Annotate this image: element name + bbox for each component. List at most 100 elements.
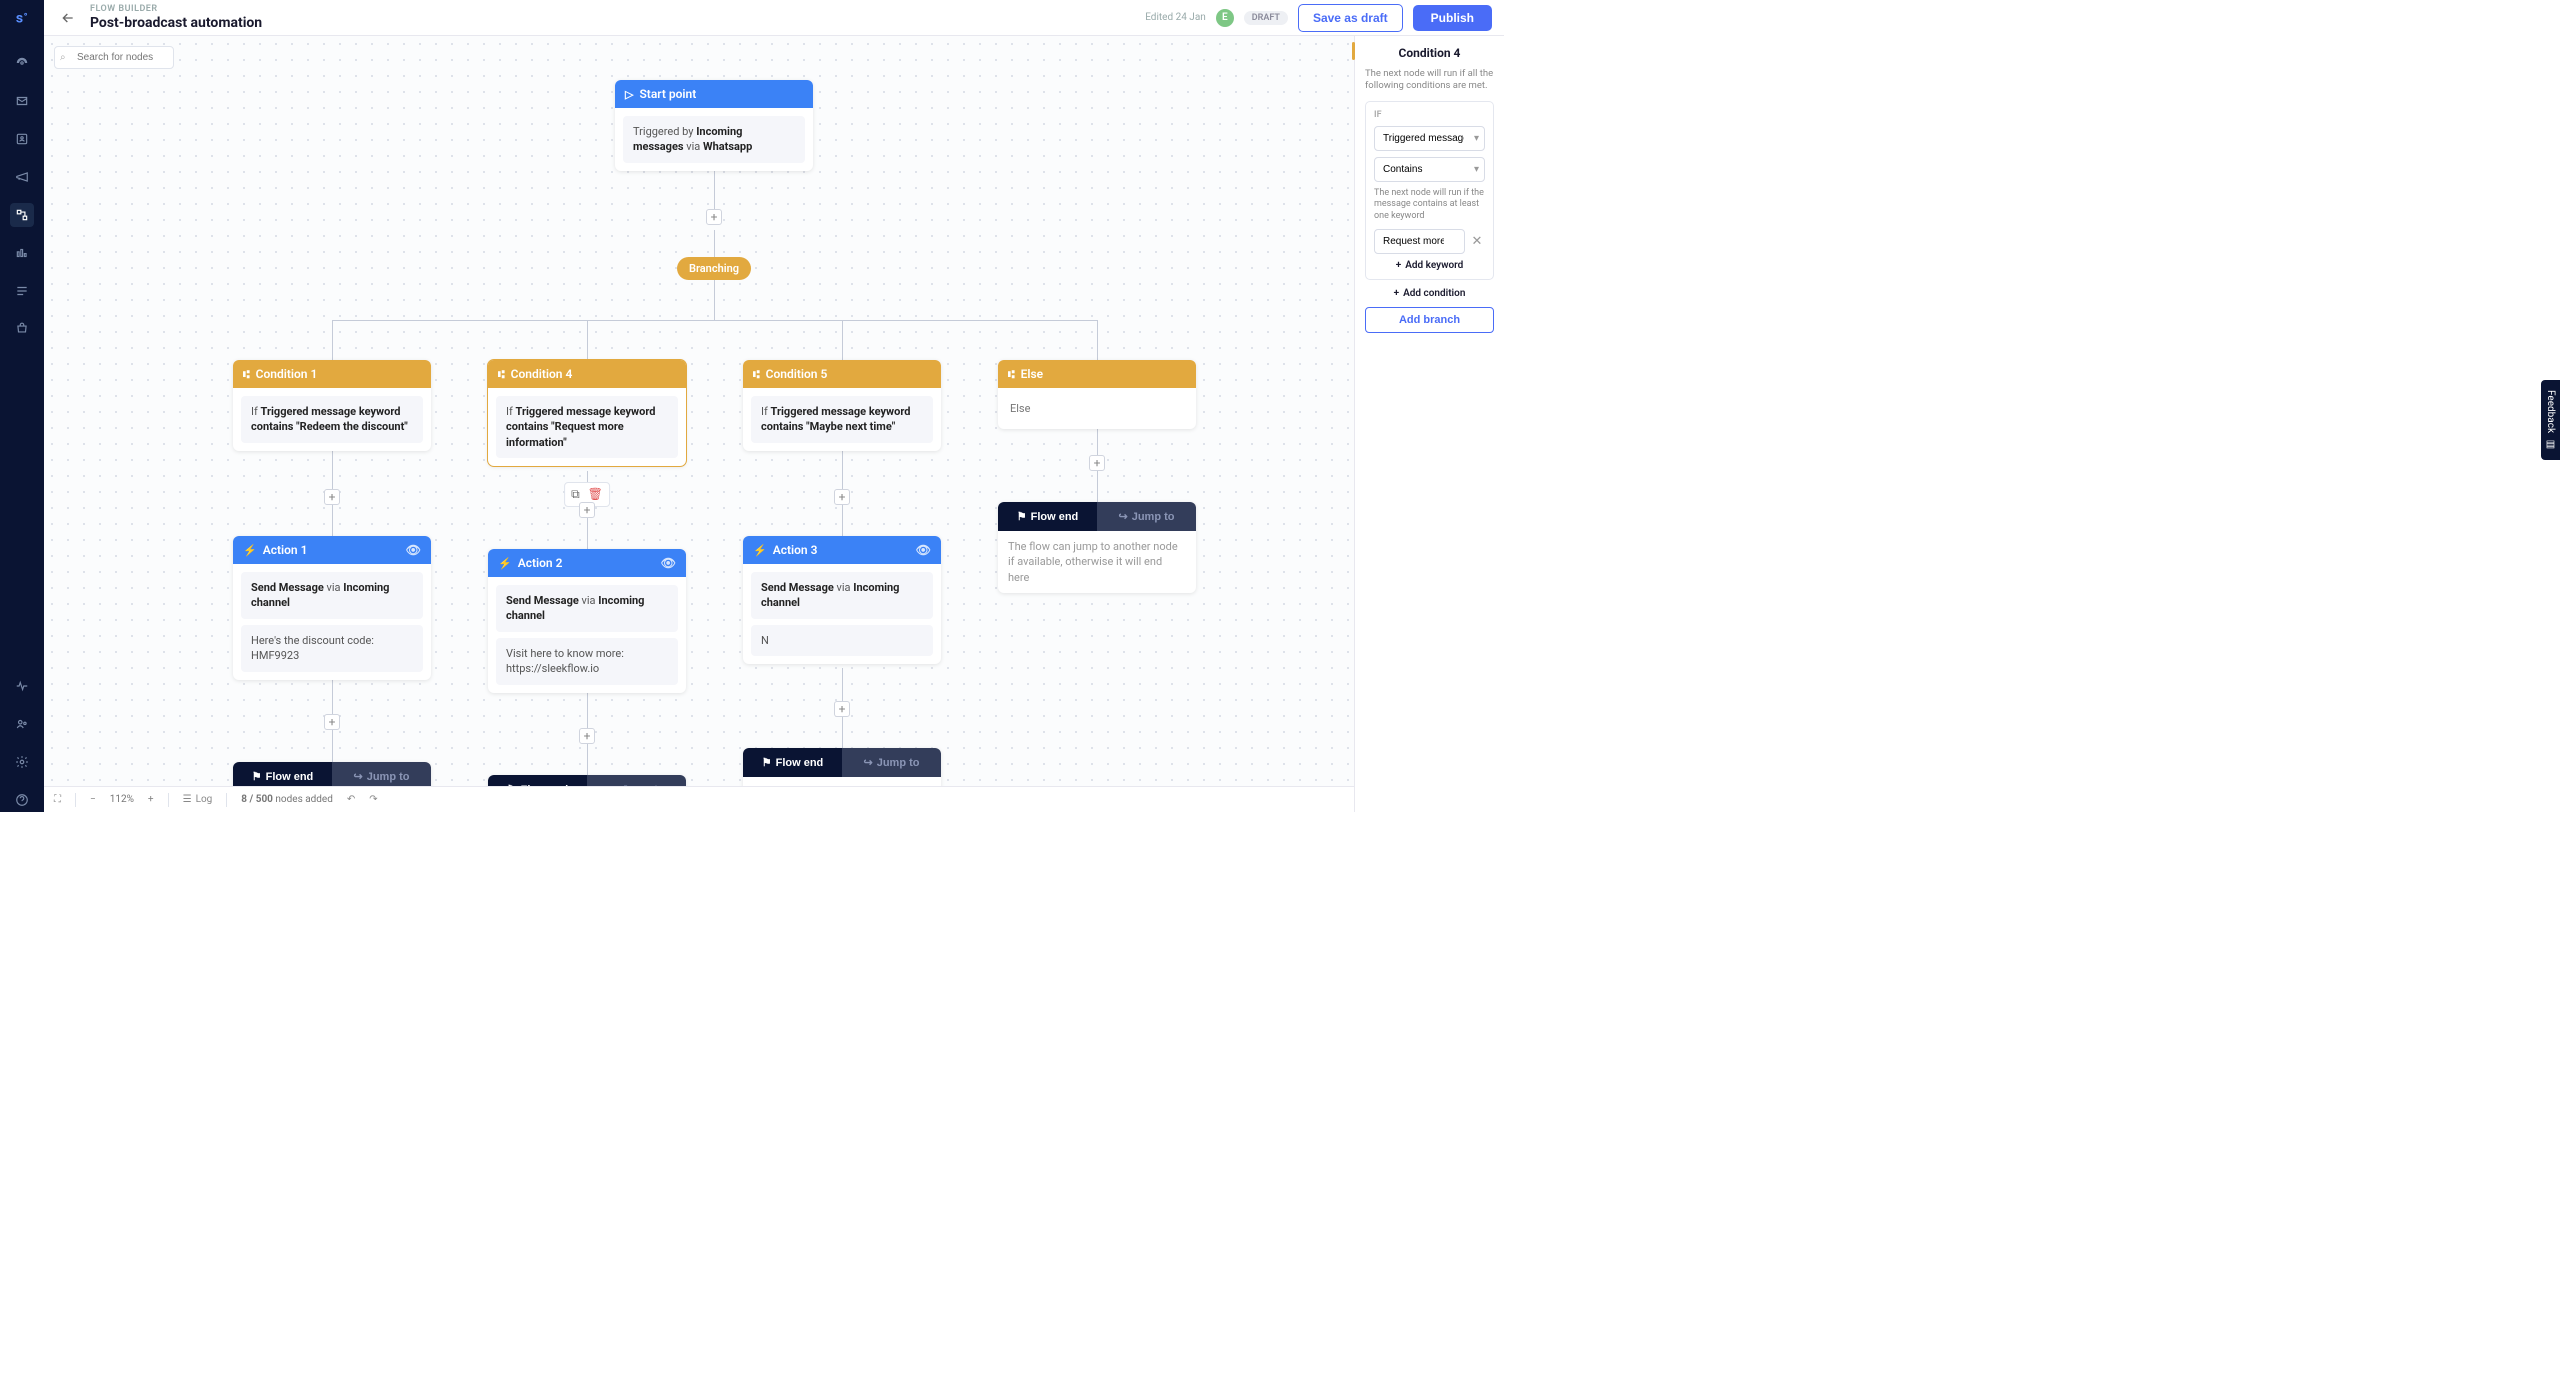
jump-to-tab[interactable]: ↪ Jump to xyxy=(842,748,941,777)
edge xyxy=(714,280,715,320)
action-send-desc: Send Message via Incoming channel xyxy=(751,572,933,619)
node-title: Action 1 xyxy=(263,543,308,557)
branching-pill[interactable]: Branching xyxy=(677,257,751,280)
breadcrumb: FLOW BUILDER xyxy=(90,4,262,15)
bolt-icon: ⚡ xyxy=(753,544,767,557)
branch-icon: ⑆ xyxy=(243,368,250,381)
add-node-button[interactable]: + xyxy=(1089,455,1105,471)
nav-analytics-icon[interactable] xyxy=(10,241,34,265)
else-node[interactable]: ⑆ Else Else xyxy=(998,360,1196,429)
node-title: Condition 1 xyxy=(256,367,318,381)
canvas-footer: ⛶ − 112% + ☰ Log 8 / 500 nodes added ↶ ↷ xyxy=(44,786,1354,812)
duplicate-icon[interactable]: ⧉ xyxy=(571,487,580,502)
node-title: Else xyxy=(1021,367,1044,381)
flow-end-note: The flow can jump to another node if ava… xyxy=(998,531,1196,593)
flow-end-tab[interactable]: ⚑ Flow end xyxy=(998,502,1097,531)
branch-icon: ⑆ xyxy=(1008,368,1015,381)
back-button[interactable] xyxy=(56,6,80,30)
add-node-button[interactable]: + xyxy=(579,728,595,744)
action-1-node[interactable]: ⚡ Action 1 👁 Send Message via Incoming c… xyxy=(233,536,431,680)
nav-commerce-icon[interactable] xyxy=(10,317,34,341)
flow-canvas[interactable]: ⌕ xyxy=(44,36,1354,812)
eye-icon[interactable]: 👁 xyxy=(916,543,931,557)
add-keyword-button[interactable]: + Add keyword xyxy=(1374,260,1485,271)
inspector-panel: Condition 4 The next node will run if al… xyxy=(1354,36,1504,812)
fullscreen-button[interactable]: ⛶ xyxy=(54,794,61,805)
condition-5-node[interactable]: ⑆ Condition 5 If Triggered message keywo… xyxy=(743,360,941,451)
flow-end-node[interactable]: ⚑ Flow end ↪ Jump to The flow can jump t… xyxy=(998,502,1196,593)
nav-activity-icon[interactable] xyxy=(10,674,34,698)
action-send-desc: Send Message via Incoming channel xyxy=(496,585,678,632)
edge xyxy=(332,320,333,360)
zoom-in-button[interactable]: + xyxy=(148,794,154,805)
zoom-out-button[interactable]: − xyxy=(90,794,96,805)
action-send-desc: Send Message via Incoming channel xyxy=(241,572,423,619)
panel-description: The next node will run if all the follow… xyxy=(1365,68,1494,93)
nav-flow-icon[interactable] xyxy=(10,203,34,227)
condition-field-select[interactable] xyxy=(1374,126,1485,151)
nav-settings-icon[interactable] xyxy=(10,750,34,774)
operator-select[interactable] xyxy=(1374,157,1485,182)
flow-end-tab[interactable]: ⚑ Flow end xyxy=(743,748,842,777)
eye-icon[interactable]: 👁 xyxy=(406,543,421,557)
publish-button[interactable]: Publish xyxy=(1413,5,1492,31)
node-title: Condition 5 xyxy=(766,367,828,381)
edited-timestamp: Edited 24 Jan xyxy=(1145,12,1206,23)
nodes-counter: 8 / 500 nodes added xyxy=(241,794,333,805)
node-title: Condition 4 xyxy=(511,367,573,381)
add-node-button[interactable]: + xyxy=(706,209,722,225)
redo-button[interactable]: ↷ xyxy=(369,794,377,805)
jump-to-tab[interactable]: ↪ Jump to xyxy=(1097,502,1196,531)
feedback-tab[interactable]: Feedback ▤ xyxy=(2541,380,2560,460)
add-node-button[interactable]: + xyxy=(834,489,850,505)
add-branch-button[interactable]: Add branch xyxy=(1365,307,1494,333)
edge xyxy=(842,320,843,360)
add-node-button[interactable]: + xyxy=(324,489,340,505)
log-button[interactable]: ☰ Log xyxy=(183,794,213,805)
add-node-button[interactable]: + xyxy=(834,701,850,717)
condition-1-node[interactable]: ⑆ Condition 1 If Triggered message keywo… xyxy=(233,360,431,451)
nav-inbox-icon[interactable] xyxy=(10,89,34,113)
node-title: Action 2 xyxy=(518,556,563,570)
nav-list-icon[interactable] xyxy=(10,279,34,303)
play-icon: ▷ xyxy=(625,88,633,101)
nav-team-icon[interactable] xyxy=(10,712,34,736)
keyword-input[interactable] xyxy=(1374,229,1465,254)
action-2-node[interactable]: ⚡ Action 2 👁 Send Message via Incoming c… xyxy=(488,549,686,693)
nav-broadcast-icon[interactable] xyxy=(10,51,34,75)
eye-icon[interactable]: 👁 xyxy=(661,556,676,570)
action-message: Visit here to know more: https://sleekfl… xyxy=(496,638,678,685)
if-label: IF xyxy=(1374,110,1485,120)
brand-logo: s∘ xyxy=(16,10,28,27)
edge xyxy=(1097,320,1098,360)
add-condition-button[interactable]: + Add condition xyxy=(1365,288,1494,299)
else-desc: Else xyxy=(1006,396,1188,421)
remove-keyword-button[interactable]: ✕ xyxy=(1469,229,1485,254)
condition-desc: If Triggered message keyword contains "R… xyxy=(496,396,678,458)
nav-help-icon[interactable] xyxy=(10,788,34,812)
add-node-button[interactable]: + xyxy=(324,714,340,730)
header-bar: FLOW BUILDER Post-broadcast automation E… xyxy=(44,0,1504,36)
user-avatar[interactable]: E xyxy=(1216,9,1234,27)
chevron-down-icon: ▾ xyxy=(1474,133,1479,144)
delete-icon[interactable]: 🗑 xyxy=(588,487,603,502)
undo-button[interactable]: ↶ xyxy=(347,794,355,805)
edge xyxy=(587,320,588,360)
node-title: Action 3 xyxy=(773,543,818,557)
left-nav-rail: s∘ xyxy=(0,0,44,812)
edge xyxy=(714,230,715,257)
chevron-down-icon: ▾ xyxy=(1474,164,1479,175)
start-node[interactable]: ▷ Start point Triggered by Incoming mess… xyxy=(615,80,813,171)
start-trigger-desc: Triggered by Incoming messages via Whats… xyxy=(623,116,805,163)
condition-4-node[interactable]: ⑆ Condition 4 If Triggered message keywo… xyxy=(488,360,686,466)
chat-icon: ▤ xyxy=(2545,439,2556,450)
edge xyxy=(332,320,1097,321)
nav-contacts-icon[interactable] xyxy=(10,127,34,151)
status-badge: DRAFT xyxy=(1244,11,1288,25)
action-message: N xyxy=(751,625,933,656)
action-message: Here's the discount code: HMF9923 xyxy=(241,625,423,672)
action-3-node[interactable]: ⚡ Action 3 👁 Send Message via Incoming c… xyxy=(743,536,941,664)
nav-campaign-icon[interactable] xyxy=(10,165,34,189)
add-node-button[interactable]: + xyxy=(579,502,595,518)
save-draft-button[interactable]: Save as draft xyxy=(1298,4,1403,32)
